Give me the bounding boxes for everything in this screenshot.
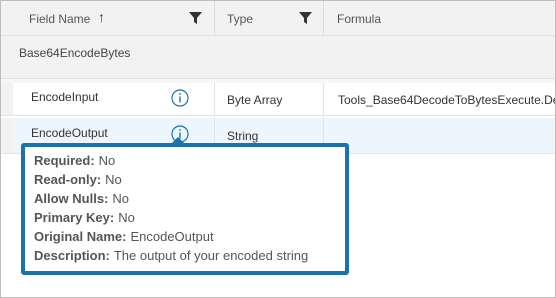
tooltip-required: Required: No: [34, 153, 115, 168]
tooltip-value: EncodeOutput: [130, 229, 214, 244]
filter-icon[interactable]: [189, 12, 202, 24]
tooltip-label: Description:: [34, 248, 110, 263]
tooltip-label: Original Name:: [34, 229, 127, 244]
grid-header: Field Name ↑ Type Formula: [1, 1, 555, 36]
field-name-cell: EncodeOutput: [31, 126, 108, 140]
tooltip-readonly: Read-only: No: [34, 172, 122, 187]
tooltip-value: No: [98, 153, 116, 168]
filter-icon[interactable]: [299, 12, 312, 24]
field-info-tooltip: Required: No Read-only: No Allow Nulls: No …: [21, 143, 349, 275]
cell-divider: [323, 83, 324, 115]
column-header-formula[interactable]: Formula: [324, 1, 555, 35]
row-indent: [1, 83, 13, 115]
tooltip-description: Description: The output of your encoded s…: [34, 248, 308, 263]
group-row[interactable]: Base64EncodeBytes: [1, 36, 555, 79]
tooltip-label: Allow Nulls:: [34, 191, 109, 206]
tooltip-label: Primary Key:: [34, 210, 115, 225]
row-indent: [1, 118, 13, 153]
formula-cell[interactable]: Tools_Base64DecodeToBytesExecute.Decodi: [338, 93, 555, 107]
tooltip-allow-nulls: Allow Nulls: No: [34, 191, 129, 206]
tooltip-value: The output of your encoded string: [113, 248, 309, 263]
info-icon[interactable]: [171, 89, 189, 107]
tooltip-value: No: [105, 172, 122, 187]
tooltip-value: No: [118, 210, 135, 225]
group-label: Base64EncodeBytes: [19, 46, 131, 60]
column-header-type[interactable]: Type: [215, 1, 323, 35]
column-header-label: Field Name: [29, 12, 91, 26]
tooltip-value: No: [112, 191, 130, 206]
type-cell: String: [227, 129, 259, 143]
tooltip-original-name: Original Name: EncodeOutput: [34, 229, 214, 244]
field-name-cell: EncodeInput: [31, 90, 99, 104]
type-cell: Byte Array: [227, 93, 283, 107]
cell-divider: [214, 83, 215, 115]
tooltip-label: Read-only:: [34, 172, 102, 187]
tooltip-primary-key: Primary Key: No: [34, 210, 135, 225]
column-header-label: Formula: [337, 12, 382, 26]
sort-ascending-icon[interactable]: ↑: [98, 9, 105, 25]
column-header-label: Type: [227, 12, 254, 26]
table-row[interactable]: EncodeInput Byte Array Tools_Base64Decod…: [1, 83, 555, 116]
tooltip-label: Required:: [34, 153, 95, 168]
column-header-field-name[interactable]: Field Name ↑: [1, 1, 214, 35]
